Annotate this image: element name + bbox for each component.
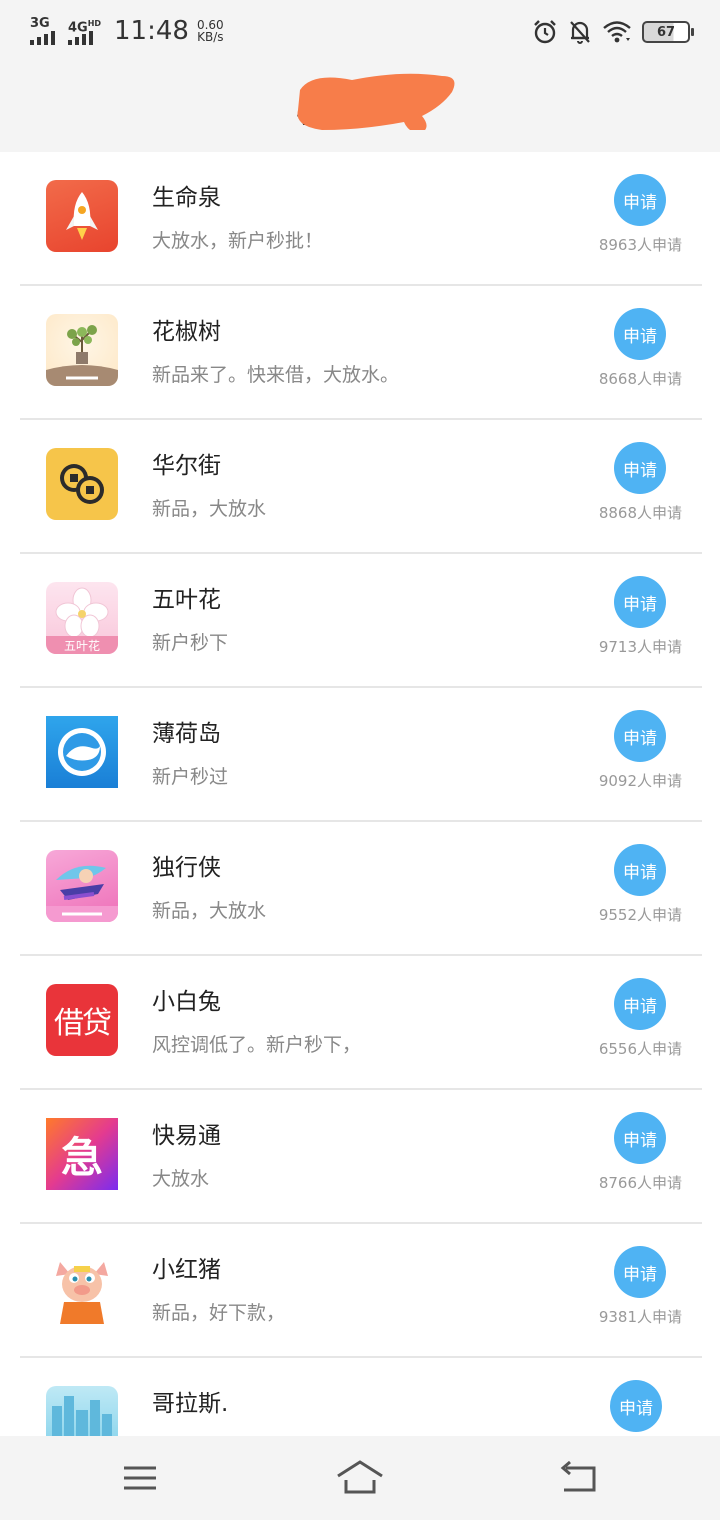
product-description: 大放水，新户秒批！ [152, 230, 324, 252]
redaction-mark [297, 73, 455, 130]
product-description: 新品来了。快来借，大放水。 [152, 364, 400, 386]
apply-button[interactable]: 申请 [614, 844, 666, 896]
signal-4g-icon: 4GHD [68, 17, 102, 45]
product-description: 新品，大放水 [152, 900, 267, 922]
product-name: 小白兔 [152, 989, 221, 1015]
product-description: 新户秒下 [152, 632, 229, 654]
product-name: 五叶花 [152, 587, 221, 613]
logo-text: 五叶花 [63, 639, 100, 653]
applicant-count: 8668人申请 [598, 370, 682, 388]
list-item[interactable]: 借贷 小白兔 风控调低了。新户秒下， 申请 6556人申请 [0, 956, 720, 1090]
list-item[interactable]: 小红猪 新品，好下款， 申请 9381人申请 [0, 1224, 720, 1358]
list-item[interactable]: 华尔街 新品，大放水 申请 8868人申请 [0, 420, 720, 554]
applicant-count: 8868人申请 [598, 504, 682, 522]
urgent-logo: 急 [46, 1118, 118, 1190]
rocket-logo [46, 180, 118, 252]
whale-logo [46, 716, 118, 788]
loan-list: 生命泉 大放水，新户秒批！ 申请 8963人申请 花椒树 新品来了。快来借，大放… [0, 152, 720, 1492]
product-description: 风控调低了。新户秒下， [152, 1034, 362, 1056]
home-icon[interactable] [336, 1458, 384, 1498]
network-label-3g: 3G [30, 16, 50, 31]
coins-logo [46, 448, 118, 520]
plant-logo [46, 314, 118, 386]
bell-off-icon [570, 21, 590, 44]
back-icon[interactable] [558, 1458, 598, 1498]
apply-button[interactable]: 申请 [610, 1380, 662, 1432]
list-item[interactable]: 薄荷岛 新户秒过 申请 9092人申请 [0, 688, 720, 822]
logo-text: 急 [60, 1132, 103, 1182]
apply-button[interactable]: 申请 [614, 978, 666, 1030]
alarm-icon [534, 20, 556, 44]
applicant-count: 6556人申请 [598, 1040, 682, 1058]
battery-level: 67 [656, 24, 676, 40]
battery-icon: 67 [642, 21, 694, 43]
list-item[interactable]: 花椒树 新品来了。快来借，大放水。 申请 8668人申请 [0, 286, 720, 420]
apply-button[interactable]: 申请 [614, 710, 666, 762]
status-bar: 3G 4GHD 11:48 0.60 KB/s 67 [0, 0, 720, 64]
wifi-icon [603, 21, 631, 43]
applicant-count: 9713人申请 [598, 638, 682, 656]
loan-logo: 借贷 [46, 984, 118, 1056]
product-description: 新品，好下款， [152, 1302, 286, 1324]
list-item[interactable]: 五叶花 五叶花 新户秒下 申请 9713人申请 [0, 554, 720, 688]
list-item[interactable]: 生命泉 大放水，新户秒批！ 申请 8963人申请 [0, 152, 720, 286]
network-badge-hd: HD [87, 19, 102, 28]
apply-button[interactable]: 申请 [614, 308, 666, 360]
clock: 11:48 [114, 16, 189, 46]
apply-button[interactable]: 申请 [614, 442, 666, 494]
product-name: 快易通 [152, 1123, 221, 1149]
logo-text: 借贷 [54, 1006, 112, 1041]
applicant-count: 9552人申请 [598, 906, 682, 924]
product-name: 华尔街 [152, 453, 221, 479]
product-description: 大放水 [152, 1168, 210, 1190]
system-nav-bar [0, 1436, 720, 1520]
product-description: 新品，大放水 [152, 498, 267, 520]
product-name: 薄荷岛 [152, 721, 221, 747]
applicant-count: 8766人申请 [598, 1174, 682, 1192]
product-name: 花椒树 [152, 319, 221, 345]
product-name: 哥拉斯. [152, 1391, 229, 1417]
network-speed-unit: KB/s [197, 30, 224, 44]
list-item[interactable]: 急 快易通 大放水 申请 8766人申请 [0, 1090, 720, 1224]
product-name: 独行侠 [152, 855, 221, 881]
list-item[interactable]: 独行侠 新品，大放水 申请 9552人申请 [0, 822, 720, 956]
applicant-count: 9092人申请 [598, 772, 682, 790]
pig-logo [46, 1252, 118, 1324]
apply-button[interactable]: 申请 [614, 1246, 666, 1298]
app-header: 手机 [0, 64, 720, 152]
hero-logo [46, 850, 118, 922]
applicant-count: 9381人申请 [598, 1308, 682, 1326]
apply-button[interactable]: 申请 [614, 576, 666, 628]
signal-3g-icon: 3G [30, 17, 60, 45]
network-speed: 0.60 KB/s [197, 19, 224, 43]
product-name: 小红猪 [152, 1257, 221, 1283]
apply-button[interactable]: 申请 [614, 1112, 666, 1164]
menu-icon[interactable] [120, 1458, 160, 1498]
applicant-count: 8963人申请 [598, 236, 682, 254]
flower-logo: 五叶花 [46, 582, 118, 654]
product-name: 生命泉 [152, 185, 221, 211]
product-description: 新户秒过 [152, 766, 229, 788]
apply-button[interactable]: 申请 [614, 174, 666, 226]
